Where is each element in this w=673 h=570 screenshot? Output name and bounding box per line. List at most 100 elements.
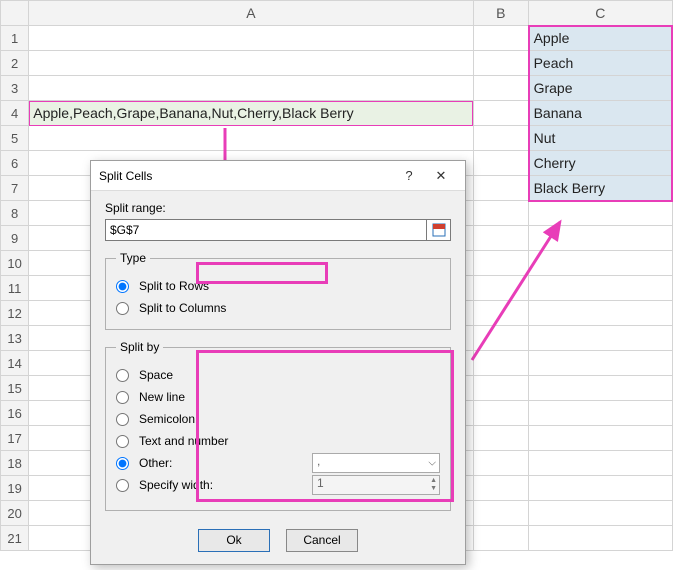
cell[interactable] [529, 451, 672, 476]
cell[interactable] [473, 476, 529, 501]
row-header[interactable]: 12 [1, 301, 29, 326]
cell[interactable] [529, 526, 672, 551]
cell[interactable] [473, 201, 529, 226]
cell[interactable]: Apple [529, 26, 672, 51]
row-header[interactable]: 20 [1, 501, 29, 526]
cell[interactable] [473, 76, 529, 101]
col-header-b[interactable]: B [473, 1, 529, 26]
cell[interactable] [29, 51, 473, 76]
row-header[interactable]: 16 [1, 401, 29, 426]
cell[interactable] [529, 301, 672, 326]
cell[interactable] [473, 176, 529, 201]
cell[interactable]: Peach [529, 51, 672, 76]
split-to-columns-radio[interactable] [116, 302, 129, 315]
cell[interactable] [473, 326, 529, 351]
cell[interactable]: Cherry [529, 151, 672, 176]
split-range-label: Split range: [105, 201, 451, 215]
row-header[interactable]: 14 [1, 351, 29, 376]
cell[interactable] [529, 501, 672, 526]
cell[interactable] [29, 126, 473, 151]
split-range-input[interactable] [105, 219, 427, 241]
type-group: Type Split to Rows Split to Columns [105, 251, 451, 330]
row-header[interactable]: 6 [1, 151, 29, 176]
splitby-other-combo[interactable]: , ⌵ [312, 453, 440, 473]
cell[interactable] [529, 401, 672, 426]
cell[interactable]: Black Berry [529, 176, 672, 201]
cell[interactable] [29, 76, 473, 101]
cell[interactable] [529, 226, 672, 251]
cell[interactable] [473, 251, 529, 276]
range-selector-button[interactable] [427, 219, 451, 241]
row-header[interactable]: 10 [1, 251, 29, 276]
cell[interactable] [473, 276, 529, 301]
row-header[interactable]: 5 [1, 126, 29, 151]
splitby-width-label: Specify width: [139, 478, 213, 492]
cell[interactable] [473, 226, 529, 251]
splitby-textnum-label: Text and number [139, 434, 228, 448]
row-header[interactable]: 4 [1, 101, 29, 126]
close-button[interactable]: ✕ [425, 168, 457, 184]
splitby-width-value: 1 [317, 476, 324, 490]
row-header[interactable]: 11 [1, 276, 29, 301]
cell[interactable] [473, 526, 529, 551]
row-header[interactable]: 15 [1, 376, 29, 401]
cell[interactable] [473, 351, 529, 376]
splitby-newline-radio[interactable] [116, 391, 129, 404]
cell[interactable] [29, 26, 473, 51]
row-header[interactable]: 17 [1, 426, 29, 451]
cancel-button[interactable]: Cancel [286, 529, 358, 552]
cell[interactable] [529, 201, 672, 226]
row-header[interactable]: 18 [1, 451, 29, 476]
splitby-space-radio[interactable] [116, 369, 129, 382]
cell[interactable] [473, 426, 529, 451]
row-header[interactable]: 1 [1, 26, 29, 51]
cell[interactable] [529, 476, 672, 501]
splitby-semicolon-label: Semicolon [139, 412, 195, 426]
col-header-c[interactable]: C [529, 1, 672, 26]
type-legend: Type [116, 251, 150, 265]
ok-button[interactable]: Ok [198, 529, 270, 552]
splitby-semicolon-radio[interactable] [116, 413, 129, 426]
splitby-width-spin[interactable]: 1 ▲▼ [312, 475, 440, 495]
cell[interactable] [473, 301, 529, 326]
row-header[interactable]: 3 [1, 76, 29, 101]
splitby-other-radio[interactable] [116, 457, 129, 470]
cell[interactable] [473, 151, 529, 176]
cell[interactable] [529, 251, 672, 276]
select-all-corner[interactable] [1, 1, 29, 26]
cell[interactable] [473, 501, 529, 526]
splitby-width-radio[interactable] [116, 479, 129, 492]
cell[interactable] [473, 101, 529, 126]
splitby-group: Split by Space New line Semicolon Text a… [105, 340, 451, 511]
splitby-textnum-radio[interactable] [116, 435, 129, 448]
col-header-a[interactable]: A [29, 1, 473, 26]
row-header[interactable]: 7 [1, 176, 29, 201]
cell[interactable] [473, 376, 529, 401]
split-to-rows-radio[interactable] [116, 280, 129, 293]
cell[interactable] [529, 351, 672, 376]
cell[interactable]: Banana [529, 101, 672, 126]
cell[interactable]: Nut [529, 126, 672, 151]
row-header[interactable]: 9 [1, 226, 29, 251]
cell[interactable] [473, 451, 529, 476]
row-header[interactable]: 2 [1, 51, 29, 76]
row-header[interactable]: 13 [1, 326, 29, 351]
cell[interactable] [529, 276, 672, 301]
spinner-arrows-icon: ▲▼ [430, 477, 437, 493]
cell-input[interactable]: Apple,Peach,Grape,Banana,Nut,Cherry,Blac… [29, 101, 473, 126]
cell[interactable] [473, 51, 529, 76]
row-header[interactable]: 8 [1, 201, 29, 226]
cell[interactable] [529, 376, 672, 401]
row-header[interactable]: 19 [1, 476, 29, 501]
row-header[interactable]: 21 [1, 526, 29, 551]
dialog-titlebar[interactable]: Split Cells ? ✕ [91, 161, 465, 191]
cell[interactable]: Grape [529, 76, 672, 101]
cell[interactable] [529, 426, 672, 451]
cell[interactable] [473, 401, 529, 426]
splitby-space-label: Space [139, 368, 173, 382]
cell[interactable] [473, 26, 529, 51]
help-button[interactable]: ? [393, 168, 425, 183]
cell[interactable] [529, 326, 672, 351]
cell[interactable] [473, 126, 529, 151]
split-to-rows-label: Split to Rows [139, 279, 209, 293]
